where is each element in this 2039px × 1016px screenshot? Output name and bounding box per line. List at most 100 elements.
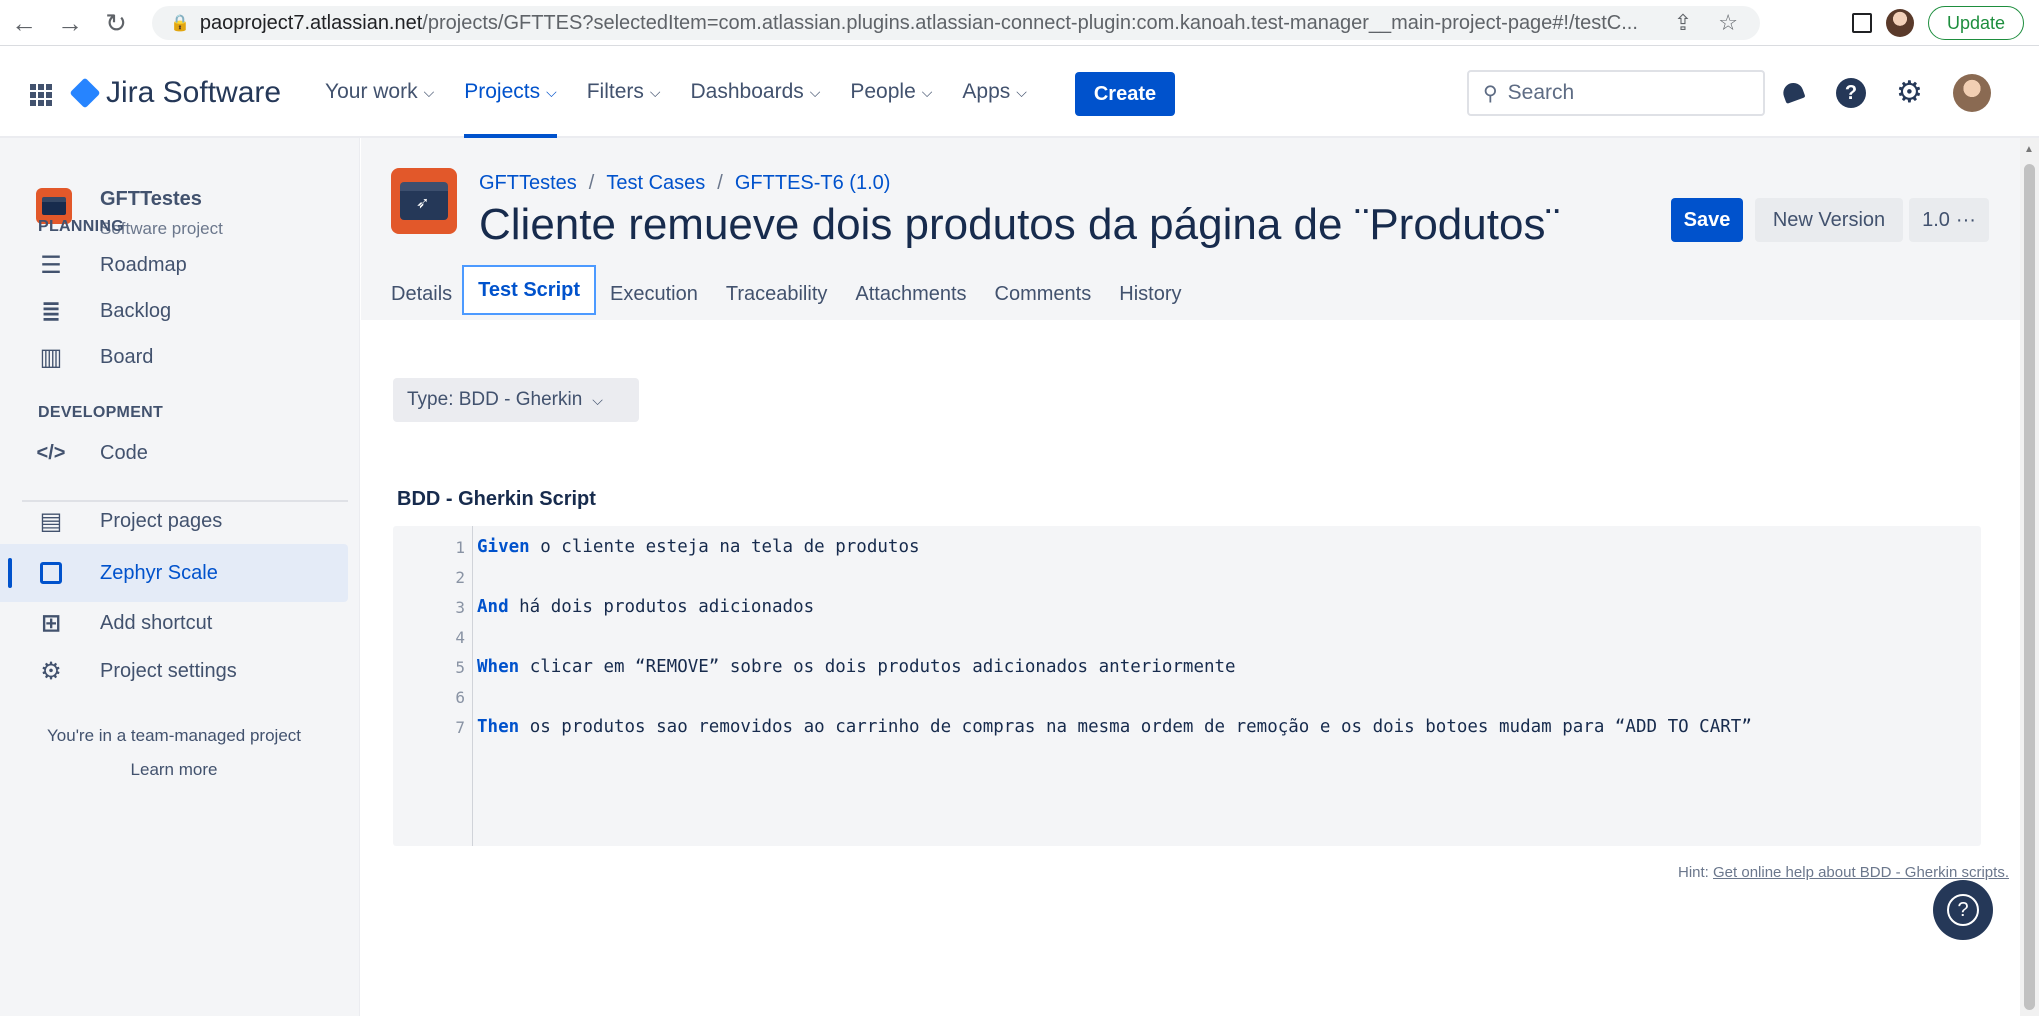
scroll-up-arrow-icon[interactable]: ▲ <box>2024 144 2034 155</box>
logo-text: Jira Software <box>106 76 282 109</box>
star-icon[interactable]: ☆ <box>1718 10 1738 36</box>
line-number: 5 <box>455 657 465 677</box>
sidebar-item-code[interactable]: </> Code <box>0 424 348 482</box>
save-button[interactable]: Save <box>1671 198 1743 242</box>
script-type-label: Type: BDD - Gherkin <box>407 389 583 410</box>
settings-gear-icon[interactable]: ⚙ <box>1896 78 1923 108</box>
forward-icon[interactable]: → <box>52 5 88 41</box>
url-path: /projects/GFTTES?selectedItem=com.atlass… <box>422 11 1638 34</box>
search-input[interactable]: ⚲ Search <box>1467 70 1765 116</box>
tab-test-script[interactable]: Test Script <box>462 265 597 315</box>
nav-people[interactable]: People ⌵ <box>850 46 932 138</box>
window-icon[interactable] <box>1852 13 1872 33</box>
help-icon[interactable]: ? <box>1836 78 1866 108</box>
share-icon[interactable]: ⇪ <box>1674 10 1692 36</box>
jira-diamond-icon <box>69 77 101 109</box>
url-host: paoproject7.atlassian.net <box>199 11 423 34</box>
script-type-select[interactable]: Type: BDD - Gherkin ⌵ <box>393 378 639 422</box>
breadcrumb-test-case[interactable]: GFTTES-T6 (1.0) <box>735 172 891 195</box>
breadcrumb: GFTTestes / Test Cases / GFTTES-T6 (1.0) <box>479 172 890 195</box>
tab-attachments[interactable]: Attachments <box>841 272 980 316</box>
nav-filters-label: Filters <box>586 80 644 103</box>
line-number: 2 <box>455 567 465 587</box>
reload-icon[interactable]: ↻ <box>98 5 134 41</box>
script-section-title: BDD - Gherkin Script <box>397 488 596 510</box>
scroll-thumb[interactable] <box>2024 164 2035 1010</box>
search-icon: ⚲ <box>1483 82 1498 105</box>
user-avatar[interactable] <box>1952 74 1991 112</box>
tab-comments[interactable]: Comments <box>981 272 1106 316</box>
line-number: 3 <box>455 597 465 617</box>
backlog-icon: ≣ <box>40 297 62 325</box>
main-content: GFTTestes / Test Cases / GFTTES-T6 (1.0)… <box>361 138 2039 1016</box>
chevron-down-icon: ⌵ <box>546 83 557 100</box>
team-managed-note: You're in a team-managed project <box>47 726 301 745</box>
nav-people-label: People <box>850 80 916 103</box>
selected-indicator <box>8 558 12 588</box>
breadcrumb-separator: / <box>717 172 723 194</box>
create-button[interactable]: Create <box>1075 72 1175 116</box>
update-button[interactable]: Update <box>1928 6 2025 40</box>
gherkin-keyword: When <box>477 657 520 677</box>
search-placeholder: Search <box>1507 81 1575 104</box>
gherkin-code-editor[interactable]: 1 Given o cliente esteja na tela de prod… <box>393 526 1981 846</box>
tab-history[interactable]: History <box>1105 272 1195 316</box>
chevron-down-icon: ⌵ <box>649 83 661 100</box>
sidebar-item-label: Zephyr Scale <box>100 561 218 584</box>
browser-toolbar: ← → ↻ 🔒 paoproject7.atlassian.net/projec… <box>0 0 2039 46</box>
notifications-icon[interactable] <box>1780 80 1806 106</box>
bdd-help-link[interactable]: Get online help about BDD - Gherkin scri… <box>1713 864 2009 881</box>
development-section-title: DEVELOPMENT <box>38 404 164 421</box>
tab-execution[interactable]: Execution <box>596 272 712 316</box>
page-icon: ▤ <box>39 507 63 535</box>
sidebar-item-label: Code <box>100 441 148 464</box>
learn-more-link[interactable]: Learn more <box>0 760 348 780</box>
breadcrumb-project[interactable]: GFTTestes <box>479 172 577 195</box>
jira-logo[interactable]: Jira Software <box>69 76 282 110</box>
back-icon[interactable]: ← <box>6 5 42 41</box>
version-menu-button[interactable]: 1.0 ··· <box>1909 198 1989 242</box>
line-number: 1 <box>455 537 465 557</box>
tab-details[interactable]: Details <box>391 272 462 316</box>
tab-bar: Details Test Script Execution Traceabili… <box>391 265 1195 316</box>
chevron-down-icon: ⌵ <box>921 83 933 100</box>
sidebar-item-label: Project pages <box>100 509 223 532</box>
code-text: há dois produtos adicionados <box>508 597 815 617</box>
test-case-icon <box>391 168 457 234</box>
nav-your-work[interactable]: Your work ⌵ <box>325 46 434 138</box>
tab-traceability[interactable]: Traceability <box>712 272 842 316</box>
hint-prefix: Hint: <box>1678 864 1714 881</box>
hint-text: Hint: Get online help about BDD - Gherki… <box>1678 864 2009 881</box>
jira-top-nav: Jira Software Your work ⌵ Projects ⌵ Filte… <box>0 46 2039 138</box>
new-version-button[interactable]: New Version <box>1755 198 1903 242</box>
chevron-down-icon: ⌵ <box>423 83 435 100</box>
sidebar-item-project-settings[interactable]: ⚙ Project settings <box>0 642 348 700</box>
address-bar[interactable]: 🔒 paoproject7.atlassian.net/projects/GFT… <box>152 6 1760 40</box>
code-icon: </> <box>36 441 66 464</box>
breadcrumb-test-cases[interactable]: Test Cases <box>606 172 705 195</box>
nav-dashboards[interactable]: Dashboards ⌵ <box>691 46 821 138</box>
roadmap-icon: ☰ <box>40 251 62 279</box>
browser-profile-avatar[interactable] <box>1886 9 1914 37</box>
code-text: clicar em “REMOVE” sobre os dois produto… <box>519 657 1236 677</box>
sidebar-item-project-pages[interactable]: ▤ Project pages <box>0 492 348 550</box>
code-line: 4 <box>393 622 477 652</box>
nav-apps-label: Apps <box>962 80 1011 103</box>
nav-apps[interactable]: Apps ⌵ <box>962 46 1027 138</box>
page-title: Cliente remueve dois produtos da página … <box>479 200 1561 249</box>
nav-projects[interactable]: Projects ⌵ <box>464 46 558 138</box>
sidebar-item-label: Board <box>100 345 154 368</box>
sidebar-item-label: Roadmap <box>100 253 187 276</box>
page-scrollbar[interactable]: ▲ <box>2020 138 2039 1016</box>
app-switcher-icon[interactable] <box>30 84 52 106</box>
add-shortcut-icon: ⊞ <box>40 609 62 637</box>
help-button[interactable]: ? <box>1933 880 1993 940</box>
nav-filters[interactable]: Filters ⌵ <box>587 46 661 138</box>
code-line: 2 <box>393 562 477 592</box>
code-line: 5 When clicar em “REMOVE” sobre os dois … <box>393 652 1236 682</box>
nav-projects-label: Projects <box>464 80 541 103</box>
more-icon: ··· <box>1955 208 1976 231</box>
test-case-header: GFTTestes / Test Cases / GFTTES-T6 (1.0)… <box>361 138 2039 316</box>
sidebar-item-board[interactable]: ▥ Board <box>0 328 348 386</box>
line-number: 7 <box>455 717 465 737</box>
